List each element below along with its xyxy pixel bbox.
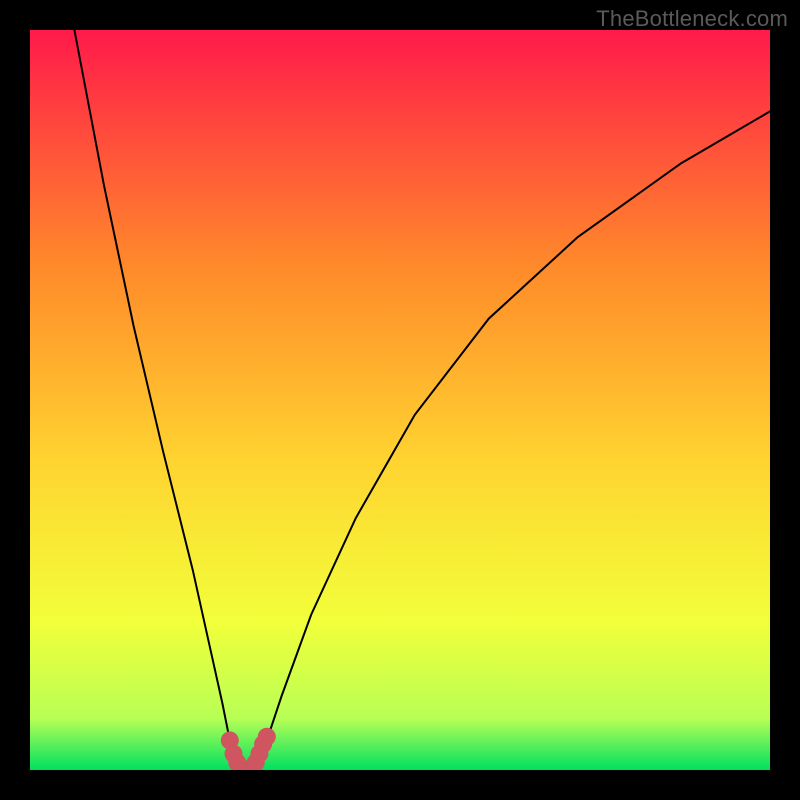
bottleneck-chart <box>30 30 770 770</box>
gradient-background <box>30 30 770 770</box>
chart-frame: TheBottleneck.com <box>0 0 800 800</box>
watermark-text: TheBottleneck.com <box>596 6 788 32</box>
plot-area <box>30 30 770 770</box>
optimal-marker <box>258 728 276 746</box>
